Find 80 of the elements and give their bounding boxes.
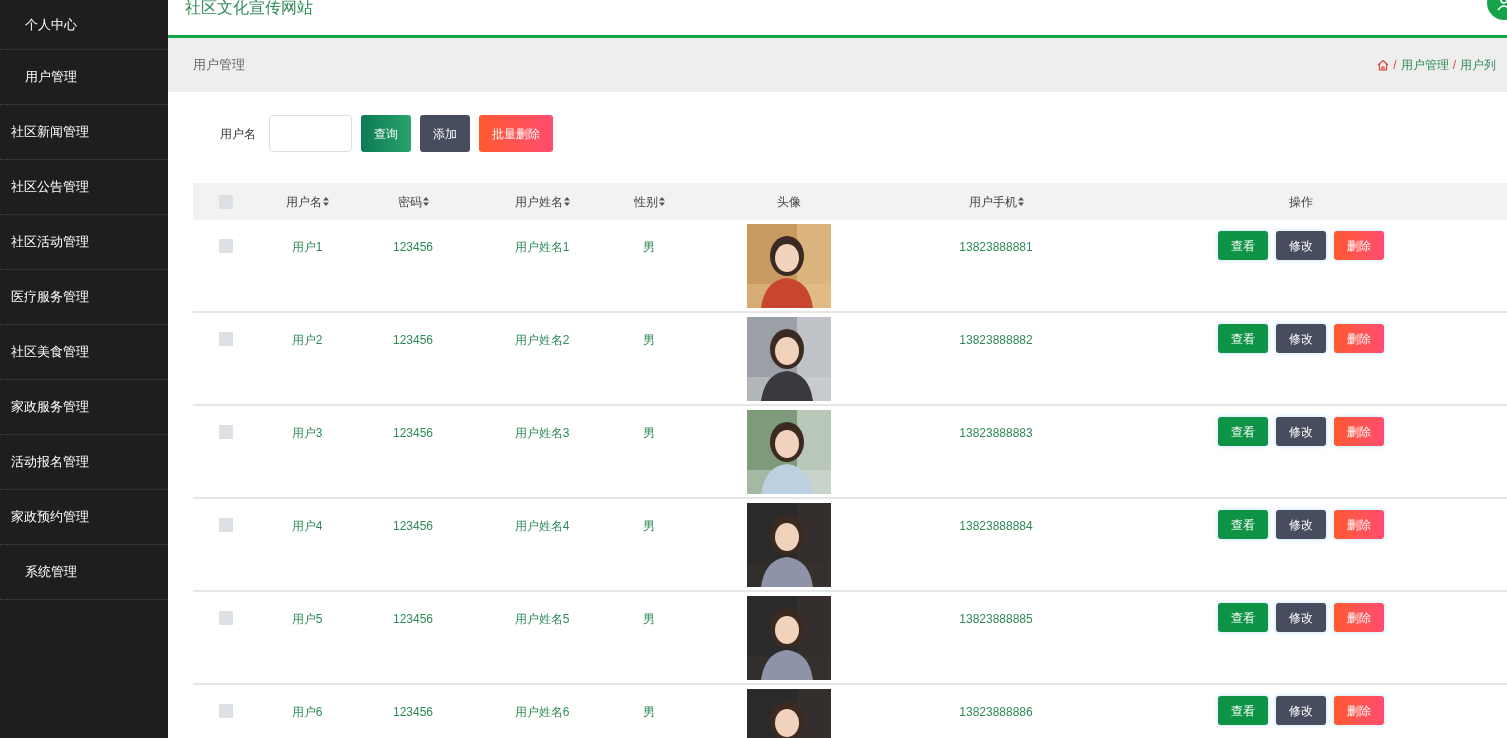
edit-button[interactable]: 修改 (1276, 510, 1326, 539)
table-cell-text: 123456 (392, 704, 433, 721)
table-cell-text: 用户姓名2 (514, 332, 570, 349)
edit-button[interactable]: 修改 (1276, 417, 1326, 446)
home-icon[interactable] (1377, 59, 1390, 71)
column-header[interactable]: 用户名 (285, 192, 329, 211)
table-cell-text: 13823888882 (959, 332, 1033, 349)
sort-icon[interactable] (1017, 197, 1024, 206)
sort-icon[interactable] (322, 197, 329, 206)
search-label: 用户名 (220, 125, 256, 143)
breadcrumb-separator: / (1452, 57, 1456, 74)
table-cell-text: 123456 (392, 332, 433, 349)
checkbox[interactable] (219, 518, 233, 532)
table-cell-text: 男 (643, 518, 655, 535)
sidebar-item[interactable]: 家政服务管理 (0, 380, 168, 435)
view-button[interactable]: 查看 (1218, 324, 1268, 353)
sort-icon[interactable] (658, 197, 665, 206)
column-header[interactable]: 用户手机 (968, 192, 1024, 211)
table-cell-text: 123456 (392, 425, 433, 442)
sort-icon[interactable] (422, 197, 429, 206)
table-cell-text: 男 (643, 704, 655, 721)
view-button[interactable]: 查看 (1218, 696, 1268, 725)
checkbox[interactable] (219, 704, 233, 718)
table-cell-text: 用户姓名1 (514, 239, 570, 256)
table-cell-text: 男 (643, 611, 655, 628)
view-button[interactable]: 查看 (1218, 603, 1268, 632)
add-button[interactable]: 添加 (420, 115, 470, 152)
table-cell-text: 123456 (392, 611, 433, 628)
table-cell-text: 用户姓名4 (514, 518, 570, 535)
edit-button[interactable]: 修改 (1276, 696, 1326, 725)
table-cell-text: 用户姓名5 (514, 611, 570, 628)
table-cell-text: 用户3 (291, 425, 323, 442)
edit-button[interactable]: 修改 (1276, 603, 1326, 632)
table-cell-text: 男 (643, 332, 655, 349)
sidebar-item[interactable]: 医疗服务管理 (0, 270, 168, 325)
table-cell-text: 用户2 (291, 332, 323, 349)
view-button[interactable]: 查看 (1218, 510, 1268, 539)
table-cell-text: 用户姓名6 (514, 704, 570, 721)
sidebar-item[interactable]: 系统管理 (0, 545, 168, 600)
column-header: 头像 (777, 193, 801, 211)
table-cell-text: 男 (643, 239, 655, 256)
column-header[interactable]: 密码 (397, 192, 429, 211)
table-cell-text: 13823888883 (959, 425, 1033, 442)
sidebar-item[interactable]: 社区新闻管理 (0, 105, 168, 160)
checkbox[interactable] (219, 611, 233, 625)
username-field[interactable] (269, 115, 352, 152)
table-cell-text: 男 (643, 425, 655, 442)
checkbox[interactable] (219, 425, 233, 439)
column-header: 操作 (1289, 193, 1313, 211)
table-cell-text: 用户1 (291, 239, 323, 256)
sidebar-item[interactable]: 家政预约管理 (0, 490, 168, 545)
table-cell-text: 用户4 (291, 518, 323, 535)
table-cell-text: 13823888881 (959, 239, 1033, 256)
breadcrumb-separator: / (1393, 57, 1397, 74)
breadcrumb-link[interactable]: 用户管理 (1400, 56, 1449, 74)
sidebar-item[interactable]: 活动报名管理 (0, 435, 168, 490)
edit-button[interactable]: 修改 (1276, 324, 1326, 353)
view-button[interactable]: 查看 (1218, 417, 1268, 446)
query-button[interactable]: 查询 (361, 115, 411, 152)
column-header[interactable]: 用户姓名 (514, 192, 570, 211)
table-cell-text: 13823888886 (959, 704, 1033, 721)
column-header[interactable]: 性别 (633, 192, 665, 211)
table-cell-text: 用户姓名3 (514, 425, 570, 442)
table-cell-text: 13823888885 (959, 611, 1033, 628)
view-button[interactable]: 查看 (1218, 231, 1268, 260)
sidebar-item[interactable]: 社区活动管理 (0, 215, 168, 270)
checkbox[interactable] (219, 332, 233, 346)
table-cell-text: 123456 (392, 518, 433, 535)
edit-button[interactable]: 修改 (1276, 231, 1326, 260)
checkbox[interactable] (219, 239, 233, 253)
page-title: 用户管理 (193, 56, 245, 75)
site-title: 社区文化宣传网站 (185, 0, 313, 18)
breadcrumb-link[interactable]: 用户列 (1460, 56, 1496, 74)
table-cell-text: 13823888884 (959, 518, 1033, 535)
sort-icon[interactable] (563, 197, 570, 206)
sidebar-item[interactable]: 社区公告管理 (0, 160, 168, 215)
table-cell-text: 123456 (392, 239, 433, 256)
sidebar-item[interactable]: 社区美食管理 (0, 325, 168, 380)
table-cell-text: 用户5 (291, 611, 323, 628)
table-cell-text: 用户6 (291, 704, 323, 721)
